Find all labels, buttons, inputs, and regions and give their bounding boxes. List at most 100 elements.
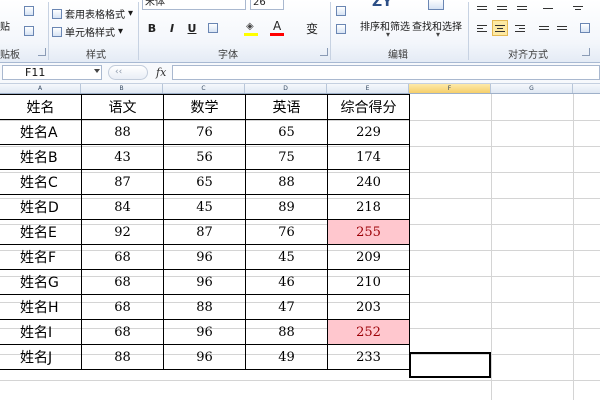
cell[interactable]: 45: [245, 244, 328, 270]
cell[interactable]: 45: [163, 194, 246, 220]
align-left-button[interactable]: [474, 20, 490, 36]
cell-total-highlighted[interactable]: 255: [327, 219, 410, 245]
cell-total[interactable]: 174: [327, 144, 410, 170]
cell-name[interactable]: 姓名E: [0, 219, 82, 245]
header-english[interactable]: 英语: [245, 94, 328, 120]
column-header-b[interactable]: B: [81, 84, 163, 93]
column-header-a[interactable]: A: [0, 84, 81, 93]
worksheet-grid[interactable]: 姓名 语文 数学 英语 综合得分 姓名A 88 76 65 229 姓名B 43 56 75 1…: [0, 94, 600, 400]
alignment-launcher[interactable]: [582, 48, 590, 56]
cell[interactable]: 76: [245, 219, 328, 245]
header-name[interactable]: 姓名: [0, 94, 82, 120]
cell[interactable]: 68: [81, 294, 164, 320]
increase-indent-button[interactable]: [554, 20, 570, 36]
paste-button[interactable]: 贴: [0, 18, 10, 33]
find-select-icon[interactable]: [428, 0, 444, 10]
decrease-indent-button[interactable]: [536, 20, 552, 36]
cell-name[interactable]: 姓名J: [0, 344, 82, 370]
name-box-dropdown-icon[interactable]: [94, 69, 100, 73]
cell[interactable]: 87: [81, 169, 164, 195]
find-select-dropdown-icon[interactable]: ▾: [436, 30, 440, 39]
cell[interactable]: 87: [163, 219, 246, 245]
column-header-f[interactable]: F: [409, 84, 491, 93]
cell-total[interactable]: 240: [327, 169, 410, 195]
clear-icon[interactable]: [336, 24, 346, 34]
font-color-button[interactable]: A: [270, 19, 284, 36]
cell-name[interactable]: 姓名H: [0, 294, 82, 320]
bold-button[interactable]: B: [144, 20, 160, 36]
cell[interactable]: 96: [163, 344, 246, 370]
format-painter-icon[interactable]: [24, 26, 34, 36]
cell[interactable]: 46: [245, 269, 328, 295]
cell-name[interactable]: 姓名A: [0, 119, 82, 145]
align-top-button[interactable]: [474, 0, 490, 16]
cell[interactable]: 65: [163, 169, 246, 195]
sort-filter-icon[interactable]: ZY: [372, 0, 392, 10]
cell[interactable]: 68: [81, 244, 164, 270]
sort-filter-dropdown-icon[interactable]: ▾: [386, 30, 390, 39]
italic-button[interactable]: I: [164, 20, 180, 36]
underline-button[interactable]: U: [184, 20, 200, 36]
cell-style-button[interactable]: 单元格样式 ▾: [52, 24, 123, 39]
cell[interactable]: 49: [245, 344, 328, 370]
cell[interactable]: 56: [163, 144, 246, 170]
phonetic-button[interactable]: 变: [304, 20, 320, 36]
font-launcher[interactable]: [320, 48, 328, 56]
column-header-c[interactable]: C: [163, 84, 245, 93]
table-format-button[interactable]: 套用表格格式 ▾: [52, 6, 133, 21]
cell[interactable]: 88: [81, 119, 164, 145]
header-chinese[interactable]: 语文: [81, 94, 164, 120]
wrap-text-button[interactable]: [570, 0, 586, 16]
align-right-button[interactable]: [512, 20, 528, 36]
sort-filter-button[interactable]: 排序和筛选: [360, 18, 410, 33]
cell[interactable]: 68: [81, 319, 164, 345]
copy-icon[interactable]: [24, 6, 34, 16]
align-center-button[interactable]: [492, 20, 508, 36]
cell[interactable]: 88: [245, 169, 328, 195]
cell[interactable]: 43: [81, 144, 164, 170]
cell-name[interactable]: 姓名B: [0, 144, 82, 170]
clipboard-launcher[interactable]: [38, 48, 46, 56]
cell[interactable]: 88: [245, 319, 328, 345]
name-box[interactable]: F11: [2, 65, 102, 80]
cell[interactable]: 47: [245, 294, 328, 320]
cell-name[interactable]: 姓名F: [0, 244, 82, 270]
merge-center-icon[interactable]: [580, 23, 590, 33]
cell[interactable]: 88: [81, 344, 164, 370]
cell[interactable]: 89: [245, 194, 328, 220]
border-icon[interactable]: [208, 23, 218, 33]
cell[interactable]: 68: [81, 269, 164, 295]
cell-total[interactable]: 203: [327, 294, 410, 320]
cell-total[interactable]: 218: [327, 194, 410, 220]
cell-total[interactable]: 229: [327, 119, 410, 145]
autosum-icon[interactable]: [336, 6, 346, 16]
cell[interactable]: 96: [163, 244, 246, 270]
fill-color-button[interactable]: ◈: [244, 20, 258, 36]
font-size-combo[interactable]: 26: [250, 0, 284, 10]
insert-function-icon[interactable]: fx: [156, 66, 166, 79]
cell[interactable]: 65: [245, 119, 328, 145]
cell[interactable]: 75: [245, 144, 328, 170]
column-header-e[interactable]: E: [327, 84, 409, 93]
formula-expand-control[interactable]: ‹‹: [108, 65, 148, 80]
cell[interactable]: 92: [81, 219, 164, 245]
font-name-combo[interactable]: 宋体: [142, 0, 246, 10]
cell[interactable]: 96: [163, 319, 246, 345]
cell[interactable]: 84: [81, 194, 164, 220]
cell[interactable]: 88: [163, 294, 246, 320]
column-header-g[interactable]: G: [491, 84, 573, 93]
cell-total[interactable]: 233: [327, 344, 410, 370]
cell-name[interactable]: 姓名G: [0, 269, 82, 295]
cell[interactable]: 76: [163, 119, 246, 145]
header-total[interactable]: 综合得分: [327, 94, 410, 120]
cell-total[interactable]: 210: [327, 269, 410, 295]
align-bottom-button[interactable]: [514, 0, 530, 16]
cell-name[interactable]: 姓名C: [0, 169, 82, 195]
header-math[interactable]: 数学: [163, 94, 246, 120]
cell-name[interactable]: 姓名D: [0, 194, 82, 220]
cell-name[interactable]: 姓名I: [0, 319, 82, 345]
cell[interactable]: 96: [163, 269, 246, 295]
orientation-button[interactable]: [540, 0, 556, 16]
formula-input[interactable]: [172, 65, 600, 80]
cell-total-highlighted[interactable]: 252: [327, 319, 410, 345]
